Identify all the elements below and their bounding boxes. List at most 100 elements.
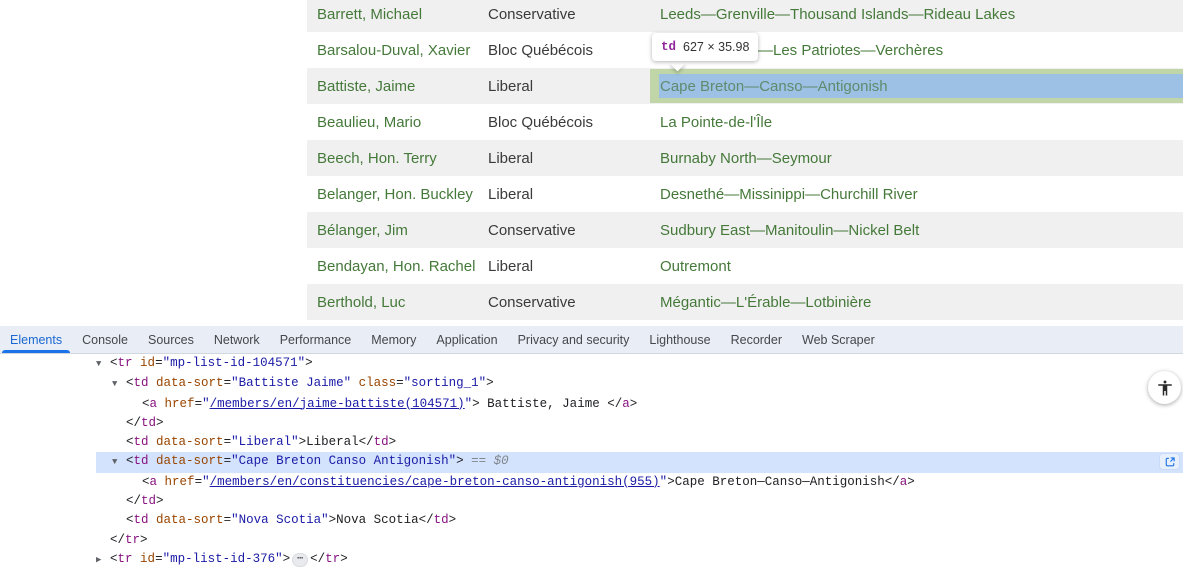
riding-link[interactable]: Mégantic—L'Érable—Lotbinière — [660, 294, 871, 311]
code-token: > — [282, 551, 291, 566]
code-token: $0 — [493, 454, 509, 469]
code-token: < — [110, 356, 118, 370]
code-token: > — [328, 513, 337, 528]
code-token: < — [126, 376, 134, 391]
code-token: > — [156, 494, 164, 509]
code-token: td — [133, 435, 149, 450]
code-line[interactable]: <td data-sort="Nova Scotia">Nova Scotia<… — [96, 511, 1183, 530]
code-line[interactable]: <td data-sort="Liberal">Liberal</td> — [96, 433, 1183, 452]
scroll-into-view-button[interactable] — [1159, 453, 1180, 471]
code-line[interactable]: </tr> — [96, 531, 1183, 550]
mp-name-link[interactable]: Bélanger, Jim — [317, 222, 488, 239]
party-label: Conservative — [488, 293, 576, 311]
riding-link[interactable]: Burnaby North—Seymour — [660, 150, 832, 167]
code-line[interactable]: ▼ <tr id="mp-list-id-104571"> — [96, 354, 1183, 374]
code-line[interactable]: <a href="/members/en/jaime-battiste(1045… — [96, 395, 1183, 414]
code-line-selected[interactable]: ▼ <td data-sort="Cape Breton Canso Antigo… — [96, 452, 1183, 473]
code-token: < — [126, 513, 134, 528]
code-line[interactable]: ▶ <tr id="mp-list-id-376"> ⋯ </tr> — [96, 550, 1183, 570]
code-token: = — [194, 396, 203, 411]
mp-name-link[interactable]: Battiste, Jaime — [317, 78, 488, 95]
code-token: Battiste, Jaime — [479, 396, 608, 411]
party-label: Bloc Québécois — [488, 113, 594, 131]
code-token: > — [156, 415, 164, 430]
party-label: Liberal — [488, 149, 534, 167]
code-token: > — [907, 474, 915, 489]
code-token: </ — [310, 551, 326, 566]
party-label: Liberal — [488, 77, 534, 95]
code-token: tr — [117, 356, 133, 370]
code-token: href — [164, 396, 195, 411]
riding-link[interactable]: Sudbury East—Manitoulin—Nickel Belt — [660, 222, 919, 239]
collapse-arrow-icon[interactable]: ▼ — [112, 453, 126, 472]
href-link-value[interactable]: /members/en/constituencies/cape-breton-c… — [210, 475, 660, 489]
code-token: Cape Breton—Canso—Antigonish — [674, 474, 885, 489]
riding-link[interactable]: La Pointe-de-l'Île — [660, 114, 772, 131]
code-token: < — [126, 435, 134, 450]
table-row: Barrett, Michael Conservative Leeds—Grenvi… — [307, 0, 1183, 32]
accessibility-person-icon — [1156, 379, 1174, 397]
table-row: Bendayan, Hon. Rachel Liberal Outremont — [307, 248, 1183, 284]
code-line[interactable]: <a href="/members/en/constituencies/cape… — [96, 473, 1183, 492]
expand-arrow-icon[interactable]: ▶ — [96, 551, 110, 570]
mp-name-link[interactable]: Beaulieu, Mario — [317, 114, 488, 131]
tab-performance[interactable]: Performance — [270, 326, 362, 353]
riding-link[interactable]: Leeds—Grenville—Thousand Islands—Rideau … — [660, 6, 1015, 23]
code-line[interactable]: ▼ <td data-sort="Battiste Jaime" class="s… — [96, 374, 1183, 394]
accessibility-widget-button[interactable] — [1148, 371, 1181, 404]
scroll-into-view-icon — [1165, 457, 1175, 467]
mp-name-link[interactable]: Beech, Hon. Terry — [317, 150, 488, 167]
riding-link[interactable]: Cape Breton—Canso—Antigonish — [660, 78, 888, 95]
code-token: </ — [607, 396, 623, 411]
tab-web-scraper[interactable]: Web Scraper — [792, 326, 885, 353]
code-token: Liberal — [306, 435, 359, 450]
code-token: > — [340, 551, 348, 566]
code-line[interactable]: </td> — [96, 414, 1183, 433]
tab-privacy-and-security[interactable]: Privacy and security — [508, 326, 640, 353]
code-token: > — [667, 474, 675, 489]
code-token: > — [486, 376, 494, 391]
collapse-arrow-icon[interactable]: ▼ — [112, 375, 126, 394]
riding-link[interactable]: Outremont — [660, 258, 731, 275]
party-label: Conservative — [488, 221, 576, 239]
code-token: id — [140, 356, 156, 370]
tab-memory[interactable]: Memory — [361, 326, 426, 353]
riding-link[interactable]: Desnethé—Missinippi—Churchill River — [660, 186, 918, 203]
code-token: = — [223, 376, 232, 391]
tab-network[interactable]: Network — [204, 326, 270, 353]
mp-name-link[interactable]: Barsalou-Duval, Xavier — [317, 42, 488, 59]
tab-recorder[interactable]: Recorder — [721, 326, 792, 353]
code-token: a — [149, 396, 158, 411]
code-token: href — [164, 474, 195, 489]
code-line[interactable]: </td> — [96, 492, 1183, 511]
code-token: </ — [358, 435, 374, 450]
tab-application[interactable]: Application — [426, 326, 507, 353]
tab-sources[interactable]: Sources — [138, 326, 204, 353]
tab-lighthouse[interactable]: Lighthouse — [639, 326, 720, 353]
mp-name-link[interactable]: Berthold, Luc — [317, 294, 488, 311]
collapse-arrow-icon[interactable]: ▼ — [96, 355, 110, 374]
code-token: "Battiste Jaime" — [231, 376, 352, 391]
mp-name-link[interactable]: Bendayan, Hon. Rachel — [317, 258, 488, 275]
code-token: data-sort — [156, 376, 224, 391]
code-token: = — [155, 356, 163, 370]
code-token: == — [463, 454, 494, 469]
code-token: td — [133, 454, 149, 469]
tab-elements[interactable]: Elements — [0, 326, 72, 353]
mp-name-link[interactable]: Barrett, Michael — [317, 6, 488, 23]
tab-console[interactable]: Console — [72, 326, 138, 353]
mp-name-link[interactable]: Belanger, Hon. Buckley — [317, 186, 488, 203]
code-token: "Nova Scotia" — [231, 513, 329, 528]
code-token: = — [155, 551, 163, 566]
code-token: > — [305, 356, 313, 370]
href-link-value[interactable]: /members/en/jaime-battiste(104571) — [210, 397, 465, 411]
code-token: td — [133, 513, 149, 528]
table-row: Belanger, Hon. Buckley Liberal Desnethé—Mi… — [307, 176, 1183, 212]
code-token: > — [140, 532, 148, 547]
